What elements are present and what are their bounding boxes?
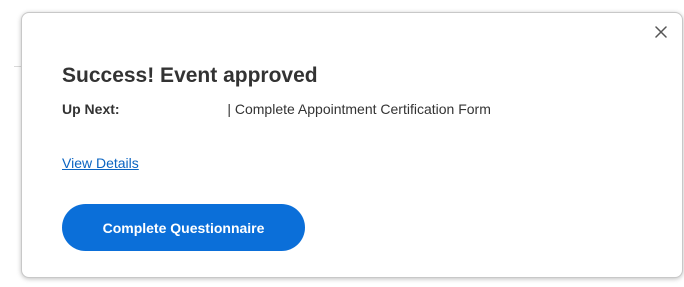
redacted-text: [123, 103, 223, 117]
dialog-title: Success! Event approved: [62, 64, 318, 87]
complete-questionnaire-button[interactable]: Complete Questionnaire: [62, 204, 305, 251]
up-next-label: Up Next:: [62, 101, 120, 117]
view-details-link[interactable]: View Details: [62, 155, 139, 171]
close-button[interactable]: [652, 23, 670, 41]
success-dialog: Success! Event approved Up Next: | Compl…: [21, 12, 683, 278]
up-next-text: Up Next: | Complete Appointment Certific…: [62, 99, 532, 119]
close-icon: [655, 26, 667, 38]
up-next-task: | Complete Appointment Certification For…: [227, 101, 491, 117]
